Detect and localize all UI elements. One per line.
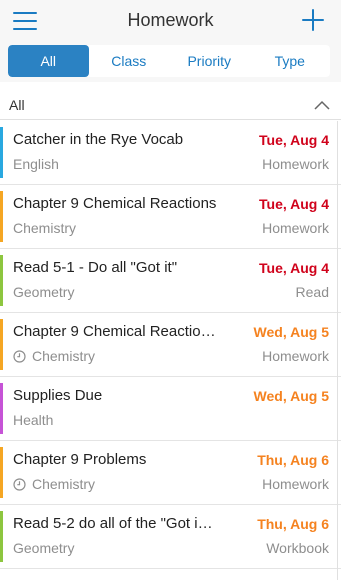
subject-label: Chemistry — [32, 348, 96, 364]
class-color-bar — [0, 127, 3, 178]
list-edge-divider — [337, 121, 338, 580]
assignment-type: Read — [295, 284, 329, 300]
assignment-subject: Health — [13, 412, 53, 428]
assignment-type: Homework — [262, 220, 329, 236]
due-date: Tue, Aug 4 — [259, 196, 329, 212]
assignment-title: Read 5-2 do all of the "Got i… — [13, 515, 213, 532]
due-date: Tue, Aug 4 — [259, 132, 329, 148]
page-title: Homework — [127, 10, 214, 30]
navigation-bar: Homework — [0, 0, 341, 42]
assignment-subject: English — [13, 156, 59, 172]
filter-bar: All Class Priority Type — [0, 42, 341, 82]
assignment-title: Chapter 9 Chemical Reactio… — [13, 323, 216, 340]
assignment-title: Chapter 9 Problems — [13, 451, 147, 468]
section-header[interactable]: All — [0, 90, 341, 120]
assignment-row[interactable]: Chapter 9 Problems Chemistry Thu, Aug 6 Hom… — [0, 441, 341, 505]
filter-segmented-control: All Class Priority Type — [8, 45, 330, 77]
assignment-row[interactable]: Read 5-2 do all of the "Got i… Geometry Th… — [0, 505, 341, 569]
assignment-subject: Chemistry — [13, 348, 95, 364]
assignment-row[interactable]: Chapter 9 Chemical Reactio… Chemistry Wed,… — [0, 313, 341, 377]
assignment-row[interactable]: Supplies Due Health Wed, Aug 5 — [0, 377, 341, 441]
tab-all[interactable]: All — [8, 45, 89, 77]
subject-label: Chemistry — [32, 476, 96, 492]
class-color-bar — [0, 383, 3, 434]
assignment-title: Read 5-1 - Do all "Got it" — [13, 259, 178, 276]
clock-icon — [13, 349, 26, 363]
section-label: All — [9, 97, 25, 113]
assignment-row[interactable]: Catcher in the Rye Vocab English Tue, Aug … — [0, 121, 341, 185]
assignment-type: Homework — [262, 476, 329, 492]
plus-icon[interactable] — [302, 9, 324, 31]
subject-label: Geometry — [13, 284, 75, 300]
assignment-title: Supplies Due — [13, 387, 103, 404]
tab-class[interactable]: Class — [89, 45, 170, 77]
class-color-bar — [0, 255, 3, 306]
assignment-type: Homework — [262, 156, 329, 172]
class-color-bar — [0, 191, 3, 242]
assignment-type: Homework — [262, 348, 329, 364]
due-date: Thu, Aug 6 — [257, 516, 329, 532]
class-color-bar — [0, 447, 3, 498]
tab-type[interactable]: Type — [250, 45, 331, 77]
class-color-bar — [0, 511, 3, 562]
assignment-subject: Chemistry — [13, 476, 95, 492]
assignment-title: Catcher in the Rye Vocab — [13, 131, 184, 148]
assignment-subject: Geometry — [13, 284, 74, 300]
assignment-subject: Chemistry — [13, 220, 76, 236]
clock-icon — [13, 477, 26, 491]
due-date: Wed, Aug 5 — [253, 388, 329, 404]
assignment-subject: Geometry — [13, 540, 74, 556]
assignment-row[interactable]: Read 5-1 - Do all "Got it" Geometry Tue, A… — [0, 249, 341, 313]
due-date: Thu, Aug 6 — [257, 452, 329, 468]
assignment-title: Chapter 9 Chemical Reactions — [13, 195, 217, 212]
assignment-row[interactable]: Chapter 9 Chemical Reactions Chemistry Tue… — [0, 185, 341, 249]
due-date: Wed, Aug 5 — [253, 324, 329, 340]
tab-priority[interactable]: Priority — [169, 45, 250, 77]
class-color-bar — [0, 319, 3, 370]
subject-label: Health — [13, 412, 54, 428]
chevron-up-icon[interactable] — [313, 98, 331, 110]
assignment-type: Workbook — [266, 540, 329, 556]
subject-label: English — [13, 156, 59, 172]
assignment-list: Catcher in the Rye Vocab English Tue, Aug … — [0, 121, 341, 569]
subject-label: Geometry — [13, 540, 75, 556]
due-date: Tue, Aug 4 — [259, 260, 329, 276]
subject-label: Chemistry — [13, 220, 77, 236]
